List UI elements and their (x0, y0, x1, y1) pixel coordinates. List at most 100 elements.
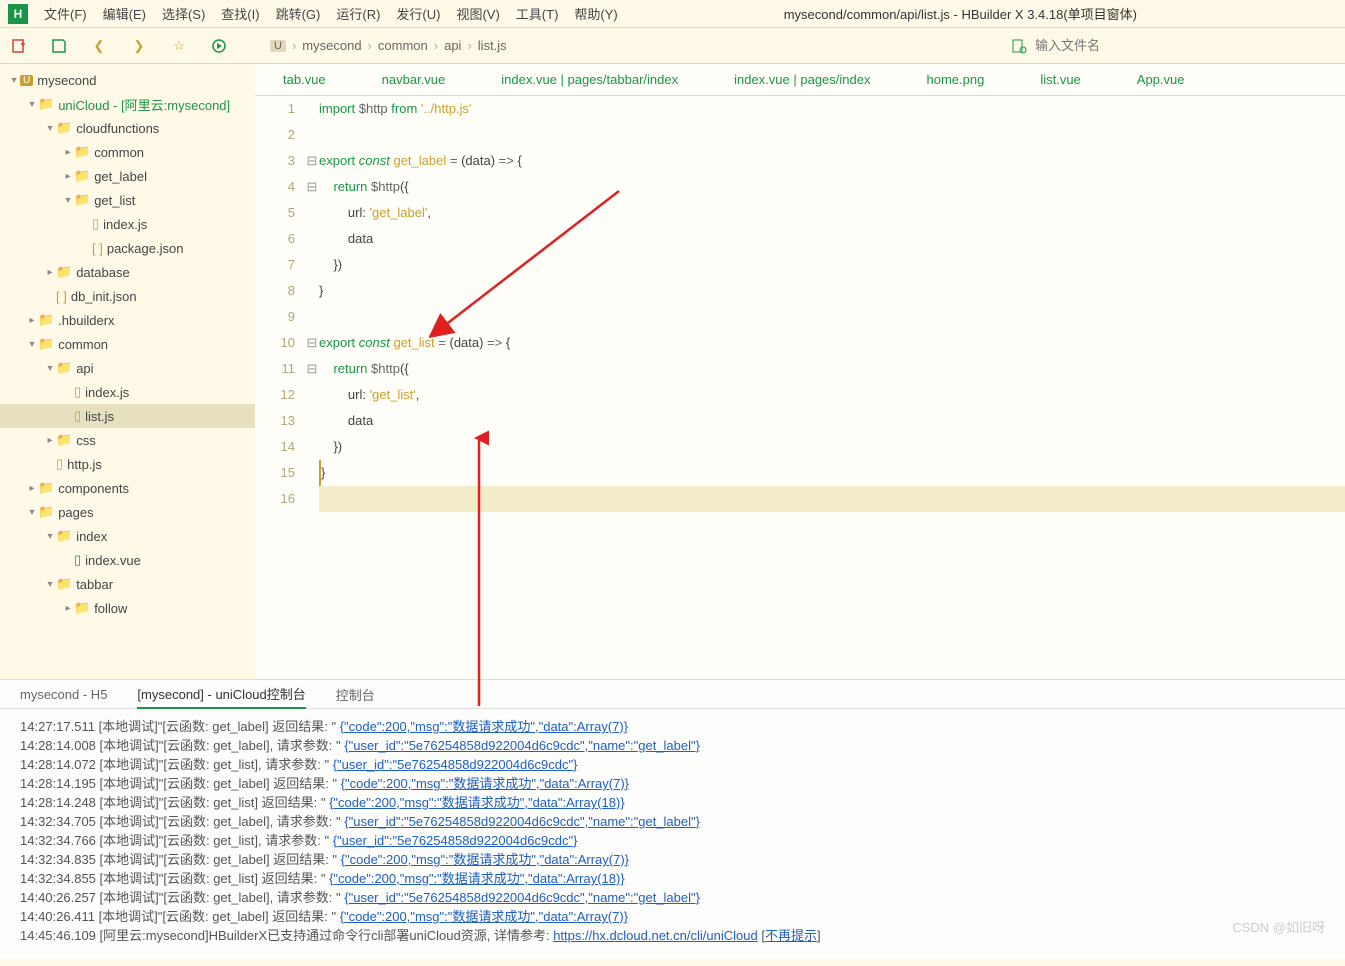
tree-item[interactable]: ▾Umysecond (0, 68, 255, 92)
new-file-icon[interactable] (10, 37, 28, 55)
console-link[interactable]: {"code":200,"msg":"数据请求成功","data":Array(… (340, 909, 628, 924)
line-gutter: 12345678910111213141516 (255, 96, 305, 679)
menu-item[interactable]: 文件(F) (36, 7, 95, 22)
tree-item[interactable]: [ ]package.json (0, 236, 255, 260)
chevron-icon: ▸ (62, 147, 74, 158)
code-line[interactable]: return $http({ (319, 356, 1345, 382)
code-line[interactable]: }) (319, 252, 1345, 278)
code-line[interactable]: export const get_list = (data) => { (319, 330, 1345, 356)
tree-item[interactable]: ▸📁css (0, 428, 255, 452)
editor-tab[interactable]: index.vue | pages/tabbar/index (473, 64, 706, 96)
menu-item[interactable]: 跳转(G) (268, 7, 329, 22)
tree-item[interactable]: ▾📁cloudfunctions (0, 116, 255, 140)
code-line[interactable] (319, 122, 1345, 148)
code-line[interactable]: data (319, 408, 1345, 434)
run-icon[interactable] (210, 37, 228, 55)
breadcrumb-item[interactable]: api (444, 38, 461, 53)
breadcrumb-item[interactable]: mysecond (302, 38, 361, 53)
code-line[interactable]: return $http({ (319, 174, 1345, 200)
menu-item[interactable]: 编辑(E) (95, 7, 154, 22)
tree-item[interactable]: ▾📁uniCloud - [阿里云:mysecond] (0, 92, 255, 116)
star-icon[interactable]: ☆ (170, 37, 188, 55)
console-link[interactable]: {"user_id":"5e76254858d922004d6c9cdc"} (333, 833, 578, 848)
menu-item[interactable]: 选择(S) (154, 7, 213, 22)
tree-item[interactable]: ▾📁get_list (0, 188, 255, 212)
tree-label: index (76, 529, 107, 544)
console-link[interactable]: {"code":200,"msg":"数据请求成功","data":Array(… (341, 852, 629, 867)
tree-item[interactable]: ▾📁pages (0, 500, 255, 524)
console-link[interactable]: {"user_id":"5e76254858d922004d6c9cdc","n… (344, 738, 700, 753)
editor-tab[interactable]: tab.vue (255, 64, 354, 96)
tree-item[interactable]: ▸📁.hbuilderx (0, 308, 255, 332)
tree-label: http.js (67, 457, 102, 472)
bottom-tab[interactable]: 控制台 (336, 681, 375, 708)
menu-item[interactable]: 查找(I) (213, 7, 267, 22)
menu-item[interactable]: 工具(T) (508, 7, 567, 22)
fold-column: ⊟⊟⊟⊟ (305, 96, 319, 679)
tree-item[interactable]: ▯list.js (0, 404, 255, 428)
console-link[interactable]: {"code":200,"msg":"数据请求成功","data":Array(… (329, 795, 625, 810)
menu-item[interactable]: 视图(V) (448, 7, 507, 22)
tree-item[interactable]: ▯index.vue (0, 548, 255, 572)
search-box[interactable] (1011, 38, 1335, 54)
tree-item[interactable]: ▾📁common (0, 332, 255, 356)
tree-item[interactable]: ▸📁components (0, 476, 255, 500)
tree-item[interactable]: ▸📁common (0, 140, 255, 164)
save-icon[interactable] (50, 37, 68, 55)
tree-item[interactable]: ▸📁follow (0, 596, 255, 620)
code-line[interactable]: } (319, 278, 1345, 304)
search-input[interactable] (1035, 38, 1335, 53)
tree-item[interactable]: ▸📁get_label (0, 164, 255, 188)
console-link[interactable]: {"user_id":"5e76254858d922004d6c9cdc"} (333, 757, 578, 772)
code-line[interactable]: import $http from '../http.js' (319, 96, 1345, 122)
code-line[interactable]: } (319, 460, 1345, 486)
menu-items: 文件(F)编辑(E)选择(S)查找(I)跳转(G)运行(R)发行(U)视图(V)… (36, 4, 626, 23)
editor-tab[interactable]: App.vue (1109, 64, 1213, 96)
console-panel[interactable]: 14:27:17.511 [本地调试]"[云函数: get_label] 返回结… (0, 709, 1345, 959)
editor-tab[interactable]: index.vue | pages/index (706, 64, 898, 96)
code-line[interactable] (319, 304, 1345, 330)
bottom-tab[interactable]: [mysecond] - uniCloud控制台 (137, 680, 305, 709)
tree-label: index.vue (85, 553, 141, 568)
console-link[interactable]: {"user_id":"5e76254858d922004d6c9cdc","n… (344, 890, 700, 905)
tree-item[interactable]: ▸📁database (0, 260, 255, 284)
console-link[interactable]: {"code":200,"msg":"数据请求成功","data":Array(… (341, 776, 629, 791)
window-title: mysecond/common/api/list.js - HBuilder X… (776, 4, 1145, 23)
tree-item[interactable]: ▾📁tabbar (0, 572, 255, 596)
code-line[interactable]: url: 'get_list', (319, 382, 1345, 408)
bottom-tabs: mysecond - H5 [mysecond] - uniCloud控制台 控制台 (0, 679, 1345, 709)
back-icon[interactable]: ❮ (90, 37, 108, 55)
editor-tab[interactable]: list.vue (1012, 64, 1108, 96)
code-line[interactable]: }) (319, 434, 1345, 460)
code-line[interactable]: data (319, 226, 1345, 252)
menu-item[interactable]: 运行(R) (328, 7, 388, 22)
code-editor[interactable]: 12345678910111213141516 ⊟⊟⊟⊟ import $htt… (255, 96, 1345, 679)
code-line[interactable]: export const get_label = (data) => { (319, 148, 1345, 174)
breadcrumb-item[interactable]: list.js (478, 38, 507, 53)
console-link[interactable]: 不再提示 (765, 928, 817, 943)
editor-tab[interactable]: home.png (898, 64, 1012, 96)
tree-item[interactable]: [ ]db_init.json (0, 284, 255, 308)
tree-label: index.js (103, 217, 147, 232)
tree-item[interactable]: ▾📁index (0, 524, 255, 548)
editor-tab[interactable]: navbar.vue (354, 64, 474, 96)
forward-icon[interactable]: ❯ (130, 37, 148, 55)
bottom-tab[interactable]: mysecond - H5 (20, 683, 107, 706)
menu-item[interactable]: 帮助(Y) (566, 7, 625, 22)
code-content[interactable]: import $http from '../http.js' export co… (319, 96, 1345, 679)
breadcrumb-item[interactable]: common (378, 38, 428, 53)
chevron-icon: ▸ (26, 483, 38, 494)
code-line[interactable] (319, 486, 1345, 512)
console-line: 14:32:34.835 [本地调试]"[云函数: get_label] 返回结… (20, 850, 1325, 869)
console-link[interactable]: {"user_id":"5e76254858d922004d6c9cdc","n… (344, 814, 700, 829)
code-line[interactable]: url: 'get_label', (319, 200, 1345, 226)
tree-item[interactable]: ▯index.js (0, 212, 255, 236)
tree-item[interactable]: ▯index.js (0, 380, 255, 404)
console-link[interactable]: {"code":200,"msg":"数据请求成功","data":Array(… (340, 719, 628, 734)
console-link[interactable]: https://hx.dcloud.net.cn/cli/uniCloud (553, 928, 758, 943)
tree-label: mysecond (37, 73, 96, 88)
tree-item[interactable]: ▾📁api (0, 356, 255, 380)
menu-item[interactable]: 发行(U) (388, 7, 448, 22)
console-link[interactable]: {"code":200,"msg":"数据请求成功","data":Array(… (329, 871, 625, 886)
tree-item[interactable]: ▯http.js (0, 452, 255, 476)
